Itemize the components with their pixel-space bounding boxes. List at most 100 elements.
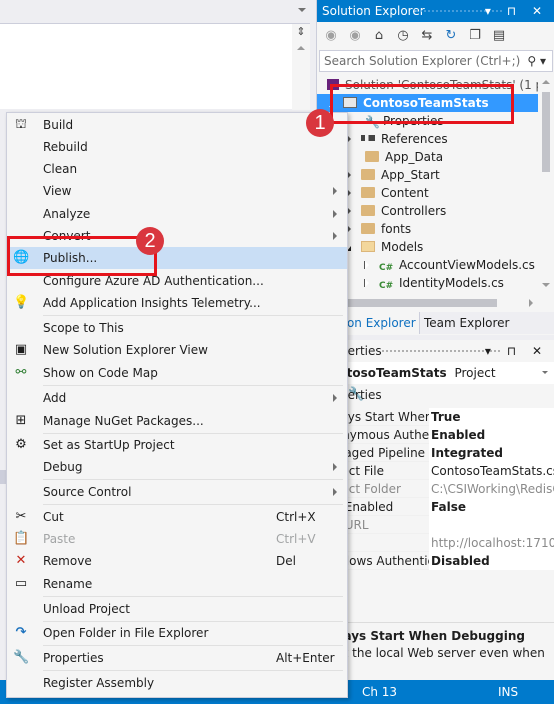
- callout-badge-1: 1: [306, 109, 334, 137]
- callout-badge-2: 2: [136, 227, 164, 255]
- property-grid: Always Start When DebuggingTrue Anonymou…: [317, 408, 554, 570]
- property-row[interactable]: Managed Pipeline ModeIntegrated: [317, 444, 554, 462]
- menu-item-analyze[interactable]: Analyze: [7, 203, 347, 225]
- menu-item-debug[interactable]: Debug: [7, 456, 347, 478]
- rename-icon: ▭: [14, 576, 28, 591]
- submenu-arrow-icon: [333, 488, 337, 496]
- code-editor[interactable]: ⇕: [0, 23, 310, 110]
- nuget-icon: ⊞: [15, 413, 27, 428]
- menu-item-clean[interactable]: Clean: [7, 158, 347, 180]
- project-context-menu: ⛫ Build Rebuild Clean View Analyze Conver…: [6, 112, 348, 698]
- folder-icon: [361, 223, 375, 234]
- folder-icon: [361, 205, 375, 216]
- callout-highlight-publish: [7, 236, 157, 276]
- menu-separator: [43, 315, 343, 316]
- menu-item-source-control[interactable]: Source Control: [7, 481, 347, 503]
- history-icon[interactable]: ◷: [395, 28, 411, 43]
- open-folder-icon: ↷: [15, 625, 27, 640]
- tab-team-explorer[interactable]: Team Explorer: [419, 312, 514, 334]
- home-icon[interactable]: ⌂: [371, 28, 387, 43]
- chevron-down-icon[interactable]: [542, 371, 548, 374]
- references-icon: [361, 135, 375, 141]
- property-row[interactable]: SSL URL: [317, 516, 554, 534]
- menu-item-unload-project[interactable]: Unload Project: [7, 598, 347, 620]
- property-row[interactable]: Anonymous AuthenticationEnabled: [317, 426, 554, 444]
- tree-item-fonts[interactable]: fonts: [347, 220, 411, 238]
- solution-explorer-toolbar: ◉ ◉ ⌂ ◷ ⇆ ↻ ❐ ▤: [317, 22, 554, 48]
- tree-item-app-data[interactable]: App_Data: [365, 148, 443, 166]
- sync-icon[interactable]: ⇆: [419, 28, 435, 43]
- solution-explorer-title-bar: Solution Explorer ▾ ⊓ ✕: [317, 0, 554, 22]
- show-all-files-icon[interactable]: ▤: [491, 28, 507, 43]
- menu-item-scope-to-this[interactable]: Scope to This: [7, 317, 347, 339]
- menu-item-view[interactable]: View: [7, 180, 347, 202]
- status-column: Ch 13: [362, 685, 398, 699]
- submenu-arrow-icon: [333, 187, 337, 195]
- tree-item-models[interactable]: Models: [347, 238, 423, 256]
- menu-item-build[interactable]: ⛫ Build: [7, 114, 347, 136]
- menu-item-add[interactable]: Add: [7, 387, 347, 409]
- menu-item-rename[interactable]: ▭ Rename: [7, 573, 347, 595]
- tree-item-app-start[interactable]: App_Start: [347, 166, 440, 184]
- app-insights-icon: 💡: [13, 295, 30, 310]
- menu-item-rebuild[interactable]: Rebuild: [7, 136, 347, 158]
- menu-item-open-folder[interactable]: ↷ Open Folder in File Explorer: [7, 622, 347, 644]
- submenu-arrow-icon: [333, 232, 337, 240]
- drag-grip[interactable]: [381, 349, 502, 354]
- collapsed-icon[interactable]: [365, 261, 369, 269]
- menu-item-show-on-code-map[interactable]: ⚯ Show on Code Map: [7, 362, 347, 384]
- scroll-down-icon[interactable]: [542, 283, 550, 287]
- tree-item-accountviewmodels[interactable]: C# AccountViewModels.cs: [365, 256, 535, 274]
- editor-scrollbar[interactable]: ⇕: [292, 24, 310, 110]
- menu-item-new-solution-explorer-view[interactable]: ▣ New Solution Explorer View: [7, 339, 347, 361]
- scroll-right-icon[interactable]: [529, 299, 533, 307]
- menu-item-cut[interactable]: ✂ Cut Ctrl+X: [7, 506, 347, 528]
- scroll-up-icon[interactable]: [297, 46, 305, 50]
- remove-icon: ✕: [15, 553, 27, 568]
- object-selector[interactable]: ContosoTeamStats Project Properties: [317, 362, 554, 402]
- menu-item-manage-nuget[interactable]: ⊞ Manage NuGet Packages...: [7, 410, 347, 432]
- property-row[interactable]: Project FileContosoTeamStats.csproj: [317, 462, 554, 480]
- paste-icon: 📋: [13, 531, 30, 546]
- tree-item-controllers[interactable]: Controllers: [347, 202, 446, 220]
- property-row[interactable]: Always Start When DebuggingTrue: [317, 408, 554, 426]
- window-controls[interactable]: ▾ ⊓ ✕: [485, 0, 548, 22]
- property-row[interactable]: Project FolderC:\CSIWorking\RedisCa: [317, 480, 554, 498]
- menu-item-properties[interactable]: 🔧 Properties Alt+Enter: [7, 647, 347, 669]
- menu-item-set-startup[interactable]: ⚙ Set as StartUp Project: [7, 434, 347, 456]
- property-row[interactable]: URLhttp://localhost:1710/: [317, 534, 554, 552]
- window-controls[interactable]: ▾ ⊓ ✕: [485, 340, 548, 362]
- menu-separator: [43, 645, 343, 646]
- csharp-file-icon: C#: [379, 281, 394, 291]
- callout-highlight-project: [330, 84, 514, 124]
- folder-icon: [361, 187, 375, 198]
- tree-vertical-scrollbar[interactable]: [538, 76, 554, 311]
- tab-dropdown-icon[interactable]: [298, 8, 306, 12]
- scroll-up-icon[interactable]: [542, 80, 550, 84]
- submenu-arrow-icon: [333, 463, 337, 471]
- menu-item-register-assembly[interactable]: Register Assembly: [7, 672, 347, 694]
- tree-item-identitymodels[interactable]: C# IdentityModels.cs: [365, 274, 504, 292]
- menu-item-paste[interactable]: 📋 Paste Ctrl+V: [7, 528, 347, 550]
- tree-horizontal-scrollbar[interactable]: [317, 296, 539, 310]
- tree-item-content[interactable]: Content: [347, 184, 429, 202]
- search-icon[interactable]: ⚲ ▾: [527, 51, 546, 71]
- property-row[interactable]: Windows AuthenticationDisabled: [317, 552, 554, 570]
- scrollbar-thumb[interactable]: [542, 92, 550, 172]
- split-icon[interactable]: ⇕: [295, 26, 307, 38]
- menu-separator: [43, 385, 343, 386]
- menu-item-remove[interactable]: ✕ Remove Del: [7, 550, 347, 572]
- status-insert-mode: INS: [498, 685, 519, 699]
- collapsed-icon[interactable]: [365, 279, 369, 287]
- refresh-icon[interactable]: ↻: [443, 28, 459, 43]
- menu-separator: [43, 596, 343, 597]
- scissors-icon: ✂: [15, 509, 27, 524]
- tree-item-references[interactable]: References: [347, 130, 448, 148]
- gear-icon: ⚙: [15, 437, 27, 452]
- search-input[interactable]: Search Solution Explorer (Ctrl+;) ⚲ ▾: [319, 50, 553, 72]
- menu-item-app-insights[interactable]: 💡 Add Application Insights Telemetry...: [7, 292, 347, 314]
- back-icon[interactable]: ◉: [323, 28, 339, 43]
- forward-icon[interactable]: ◉: [347, 28, 363, 43]
- collapse-icon[interactable]: ❐: [467, 28, 483, 43]
- property-row[interactable]: SSL Enabled False: [317, 498, 554, 516]
